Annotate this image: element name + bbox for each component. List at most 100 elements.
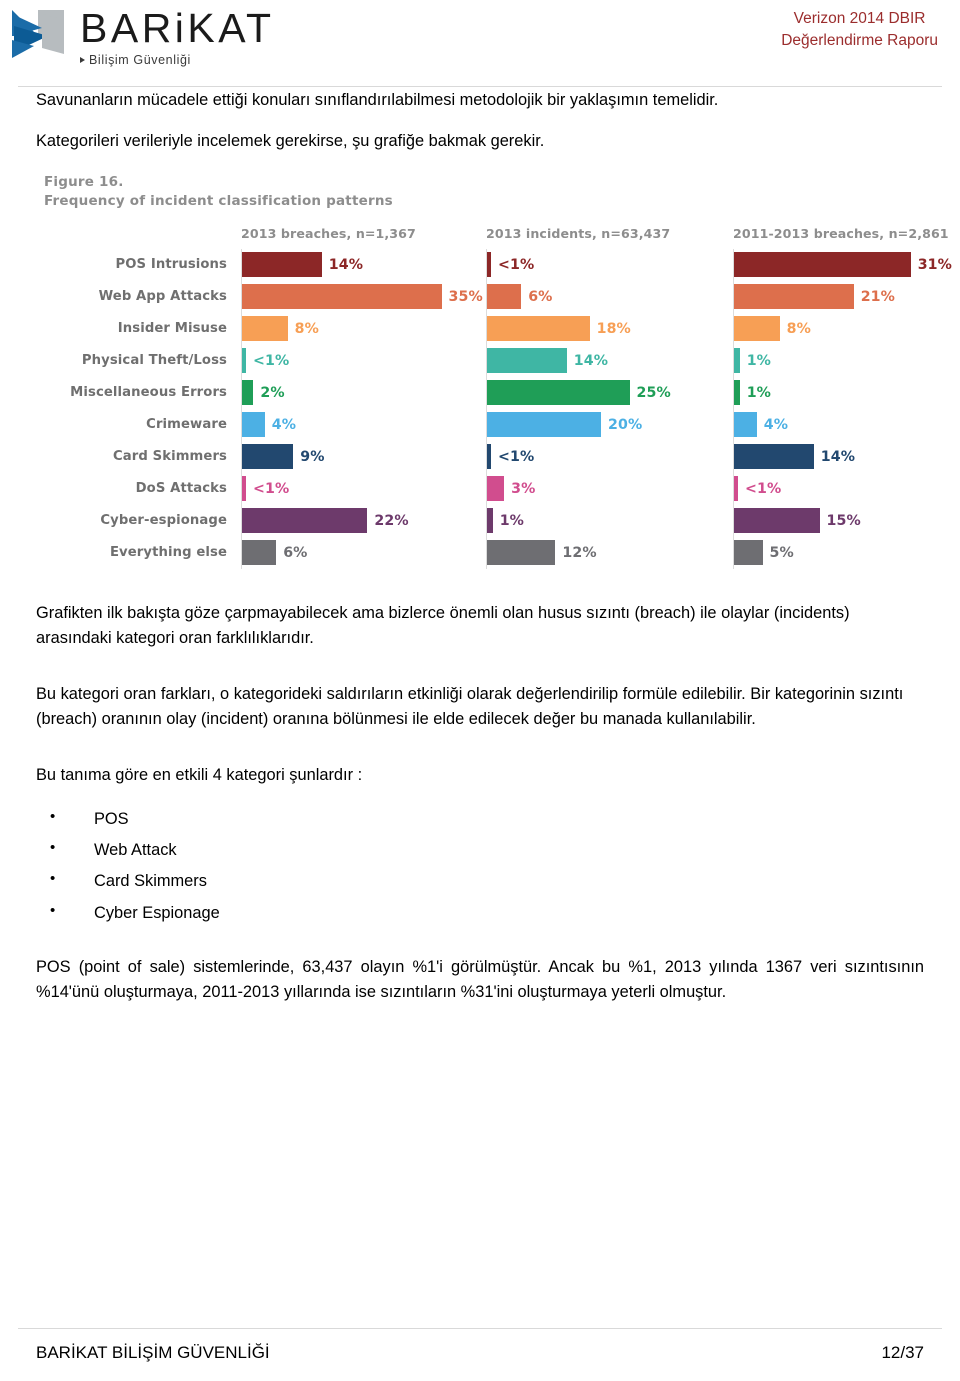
chart-bar-value: 1%	[499, 512, 524, 529]
chart-panel-series-2: 6%	[486, 280, 733, 313]
header-divider	[18, 86, 942, 87]
chart-panel-series-1: 4%	[241, 408, 486, 441]
chart-row: Web App Attacks 35% 6% 21%	[36, 280, 924, 313]
chart-panel-series-2: <1%	[486, 440, 733, 473]
chart-bar	[734, 348, 740, 374]
chart-bar	[242, 380, 254, 406]
chart-panel-series-2: 12%	[486, 536, 733, 569]
chart-row: Insider Misuse 8% 18% 8%	[36, 312, 924, 345]
chart-bar-value: <1%	[498, 448, 535, 465]
footer-divider	[18, 1328, 942, 1329]
chart-bar	[734, 380, 740, 406]
chart-panel-series-1: <1%	[241, 344, 486, 377]
chart-bar-value: <1%	[498, 256, 535, 273]
chart-row: DoS Attacks <1% 3% <1%	[36, 472, 924, 505]
incident-classification-chart: Figure 16. Frequency of incident classif…	[36, 173, 952, 569]
chart-bar-value: 8%	[786, 320, 811, 337]
chart-category-label: Cyber-espionage	[100, 513, 227, 529]
brand-name: BARiKAT	[80, 5, 275, 51]
chart-bar	[734, 540, 763, 566]
chart-bar-value: 12%	[562, 544, 597, 561]
chart-panel-series-3: 4%	[733, 408, 960, 441]
chart-panel-series-3: 14%	[733, 440, 960, 473]
chart-bar-value: 9%	[300, 448, 325, 465]
chart-bar	[487, 540, 556, 566]
chart-category-label: Card Skimmers	[113, 449, 227, 465]
report-title-line1: Verizon 2014 DBIR	[793, 10, 926, 27]
chart-bar-value: <1%	[253, 480, 290, 497]
chart-bar-value: 5%	[769, 544, 794, 561]
chart-panel-series-2: 3%	[486, 472, 733, 505]
chart-bar	[242, 476, 246, 502]
chart-category-label: Insider Misuse	[117, 321, 227, 337]
chart-panel-series-3: 5%	[733, 536, 960, 569]
report-title-line2: Değerlendirme Raporu	[781, 32, 938, 50]
chart-bar	[487, 508, 493, 534]
chart-rows: POS Intrusions 14% <1% 31% Web App Attacks 35…	[36, 248, 952, 569]
body-paragraph-1: Grafikten ilk bakışta göze çarpmayabilec…	[36, 603, 850, 648]
chart-title-block: Figure 16. Frequency of incident classif…	[44, 173, 924, 212]
chart-row: Physical Theft/Loss <1% 14% 1%	[36, 344, 924, 377]
intro-paragraph-1: Savunanların mücadele ettiği konuları sı…	[36, 91, 719, 109]
chart-bar	[242, 252, 322, 278]
brand-wordmark: BARiKAT Bilişim Güvenliği	[80, 6, 275, 67]
chart-bar-value: 6%	[528, 288, 553, 305]
chart-panel-series-3: 31%	[733, 248, 960, 281]
chart-panel-series-2: 18%	[486, 312, 733, 345]
footer-company: BARİKAT BİLİŞİM GÜVENLİĞİ	[36, 1343, 270, 1362]
chart-subtitle: Frequency of incident classification pat…	[44, 193, 393, 210]
chart-bar-value: 21%	[860, 288, 895, 305]
list-item: Cyber Espionage	[50, 897, 924, 929]
chart-bar-value: 15%	[826, 512, 861, 529]
chart-bar	[487, 380, 630, 406]
body-paragraph-2: Bu kategori oran farkları, o kategoridek…	[36, 684, 904, 729]
brand-tagline: Bilişim Güvenliği	[80, 53, 275, 67]
chart-bar-value: 1%	[746, 384, 771, 401]
page-header: BARiKAT Bilişim Güvenliği Verizon 2014 D…	[0, 0, 960, 88]
chart-panel-series-2: 20%	[486, 408, 733, 441]
page-number: 12/37	[881, 1343, 924, 1362]
chart-bar	[487, 252, 491, 278]
chart-row: Cyber-espionage 22% 1% 15%	[36, 504, 924, 537]
chart-bar-value: 4%	[271, 416, 297, 433]
chart-bar-value: 6%	[283, 544, 308, 561]
brand-logo: BARiKAT Bilişim Güvenliği	[8, 6, 275, 68]
chart-bar-value: 18%	[596, 320, 631, 337]
chart-panel-series-1: 8%	[241, 312, 486, 345]
chart-panel-series-2: 14%	[486, 344, 733, 377]
chart-header-spacer	[36, 226, 241, 241]
chart-row: Card Skimmers 9% <1% 14%	[36, 440, 924, 473]
chart-bar	[487, 412, 601, 438]
chart-panel-series-3: 8%	[733, 312, 960, 345]
chart-bar-value: 31%	[917, 256, 952, 273]
chart-figure-number: Figure 16.	[44, 173, 124, 190]
chart-bar	[242, 412, 265, 438]
list-item: POS	[50, 803, 924, 835]
list-item: Web Attack	[50, 834, 924, 866]
chart-bar	[487, 284, 522, 310]
chart-bar-value: 14%	[573, 352, 609, 369]
chart-panel-series-1: 22%	[241, 504, 486, 537]
barikat-logo-icon	[8, 6, 70, 68]
chart-bar-value: 1%	[746, 352, 771, 369]
triangle-bullet-icon	[80, 57, 85, 63]
chart-category-label: Crimeware	[146, 417, 227, 433]
body-paragraph-3: POS (point of sale) sistemlerinde, 63,43…	[36, 957, 924, 1002]
chart-bar	[734, 444, 814, 470]
chart-bar-value: 8%	[294, 320, 319, 337]
chart-bar-value: 35%	[448, 288, 483, 305]
chart-panel-series-1: 35%	[241, 280, 486, 313]
report-title: Verizon 2014 DBIR Değerlendirme Raporu	[781, 8, 938, 53]
brand-tagline-text: Bilişim Güvenliği	[89, 53, 191, 67]
chart-series-header-2: 2013 incidents, n=63,437	[486, 225, 671, 241]
chart-bar-value: 22%	[374, 512, 409, 529]
page-footer: BARİKAT BİLİŞİM GÜVENLİĞİ 12/37	[36, 1343, 924, 1363]
chart-bar-value: 14%	[328, 256, 364, 273]
chart-bar	[734, 476, 738, 502]
chart-bar	[487, 444, 491, 470]
effective-categories-list: POSWeb AttackCard SkimmersCyber Espionag…	[36, 803, 924, 929]
chart-bar-value: 4%	[763, 416, 789, 433]
chart-bar	[487, 316, 590, 342]
chart-bar-value: 20%	[608, 416, 643, 433]
chart-panel-series-3: 1%	[733, 376, 960, 409]
